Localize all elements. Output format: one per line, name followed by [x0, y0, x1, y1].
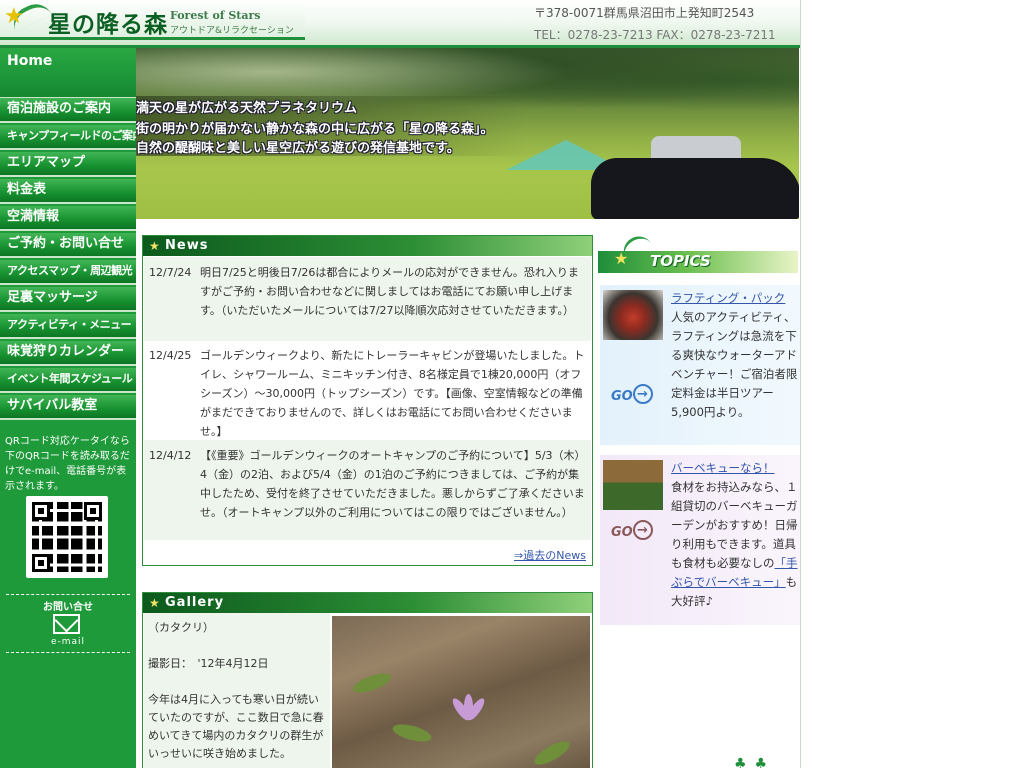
nav-survival-class[interactable]: サバイバル教室 [0, 395, 136, 420]
logo-title: 星の降る森 [48, 11, 168, 38]
star-icon: ★ [614, 249, 629, 268]
hero-banner: 満天の星が広がる天然プラネタリウム 街の明かりが届かない静かな森の中に広がる「星… [136, 48, 799, 219]
nav-price-list[interactable]: 料金表 [0, 179, 136, 204]
news-text: 明日7/25と明後日7/26は都合によりメールの応対ができません。恐れ入りますが… [200, 266, 579, 317]
star-icon: ★ [149, 596, 161, 610]
arrow-right-icon [633, 520, 653, 540]
gallery-panel: ★ Gallery （カタクリ） 撮影日： '12年4月12日 今年は4月に入っ… [142, 592, 593, 768]
topic-title-link[interactable]: バーベキューなら！ [671, 459, 775, 478]
nav-harvest-calendar[interactable]: 味覚狩りカレンダー [0, 341, 136, 366]
nav-activity-menu[interactable]: アクティビティ・メニュー [0, 314, 136, 339]
go-button[interactable]: GO [611, 384, 655, 406]
page: ★ 星の降る森 Forest of Stars アウトドア&リラクセーション 〒… [0, 0, 801, 768]
nav-foot-massage[interactable]: 足裏マッサージ [0, 287, 136, 312]
divider [6, 652, 130, 653]
address: 〒378-0071群馬県沼田市上発知町2543 [534, 6, 755, 20]
gallery-description: （カタクリ） 撮影日： '12年4月12日 今年は4月に入っても寒い日が続いてい… [148, 619, 326, 763]
bbq-thumbnail[interactable] [603, 460, 663, 510]
gallery-caption: （カタクリ） [148, 621, 214, 634]
gallery-photo [332, 616, 590, 768]
topic-bbq: GO バーベキューなら！ 食材をお持込みなら、１組貸切のバーベキューガーデンがお… [600, 455, 800, 625]
news-text: 【《重要》ゴールデンウィークのオートキャンプのご予約について】5/3（木）4（金… [200, 449, 586, 519]
news-date: 12/4/25 [149, 349, 192, 362]
nav-availability[interactable]: 空満情報 [0, 206, 136, 231]
hero-line-2: 街の明かりが届かない静かな森の中に広がる「星の降る森」。 [136, 122, 494, 137]
divider [6, 594, 130, 595]
site-logo[interactable]: ★ 星の降る森 Forest of Stars アウトドア&リラクセーション [0, 0, 305, 40]
news-item: 12/4/12 【《重要》ゴールデンウィークのオートキャンプのご予約について】5… [144, 440, 591, 540]
car-image [591, 158, 799, 219]
hero-line-3: 自然の醍醐味と美しい星空広がる遊びの発信基地です。 [136, 141, 460, 156]
email-link[interactable]: e-mail [0, 637, 136, 647]
nav-home[interactable]: Home [0, 48, 136, 99]
site-header: ★ 星の降る森 Forest of Stars アウトドア&リラクセーション 〒… [0, 0, 800, 48]
news-item: 12/4/25 ゴールデンウィークより、新たにトレーラーキャビンが登場いたしまし… [144, 340, 591, 438]
hero-line-1: 満天の星が広がる天然プラネタリウム [136, 101, 358, 116]
topic-title-link[interactable]: ラフティング・パック [671, 289, 785, 308]
nav-event-schedule[interactable]: イベント年間スケジュール [0, 368, 136, 393]
nav-area-map[interactable]: エリアマップ [0, 152, 136, 177]
topic-rafting: GO ラフティング・パック 人気のアクティビティ、ラフティングは急流を下る爽快な… [600, 285, 800, 445]
news-date: 12/4/12 [149, 449, 192, 462]
logo-subtitle: アウトドア&リラクセーション [170, 26, 294, 36]
news-text: ゴールデンウィークより、新たにトレーラーキャビンが登場いたしました。トイレ、シャ… [200, 349, 585, 438]
star-icon: ★ [4, 4, 24, 29]
gallery-date: 撮影日： '12年4月12日 [148, 657, 269, 670]
topic-body: 食材をお持込みなら、１組貸切のバーベキューガーデンがおすすめ！日帰り利用もできま… [671, 480, 798, 608]
star-icon: ★ [149, 239, 161, 253]
nav-access-map[interactable]: アクセスマップ・周辺観光 [0, 260, 136, 285]
qr-code [26, 496, 108, 578]
news-item: 12/7/24 明日7/25と明後日7/26は都合によりメールの応対ができません… [144, 257, 591, 341]
topic-body: 人気のアクティビティ、ラフティングは急流を下る爽快なウォーターアドベンチャー！ご… [671, 310, 798, 419]
arrow-right-icon [633, 384, 653, 404]
news-panel: ★ News 12/7/24 明日7/25と明後日7/26は都合によりメールの応… [142, 235, 593, 566]
news-title: News [165, 238, 209, 253]
nav-campfield[interactable]: キャンプフィールドのご案内 [0, 125, 136, 150]
news-title-bar: ★ News [143, 236, 592, 256]
go-button[interactable]: GO [611, 520, 655, 542]
rafting-thumbnail[interactable] [603, 290, 663, 340]
gallery-title-bar: ★ Gallery [143, 593, 592, 613]
leaf-decoration-icon: ♣♣ [734, 756, 776, 768]
gallery-title: Gallery [165, 595, 225, 610]
gallery-body: 今年は4月に入っても寒い日が続いていたのですが、ここ数日で急に春めいてきて場内の… [148, 693, 324, 760]
logo-english: Forest of Stars [170, 9, 261, 22]
topics-header: ★ TOPICS [598, 231, 800, 275]
nav-reservation[interactable]: ご予約・お問い合せ [0, 233, 136, 258]
nav-accommodation[interactable]: 宿泊施設のご案内 [0, 98, 136, 123]
past-news-link[interactable]: ⇒過去のNews [514, 547, 586, 563]
mail-icon[interactable] [53, 614, 80, 634]
topics-title: TOPICS [650, 252, 711, 270]
news-date: 12/7/24 [149, 266, 192, 279]
qr-description: QRコード対応ケータイなら下のQRコードを読み取るだけでe-mail、電話番号が… [5, 436, 130, 492]
tel-fax: TEL：0278-23-7213 FAX：0278-23-7211 [534, 28, 776, 39]
sidebar-nav: Home 宿泊施設のご案内 キャンプフィールドのご案内 エリアマップ 料金表 空… [0, 48, 136, 768]
